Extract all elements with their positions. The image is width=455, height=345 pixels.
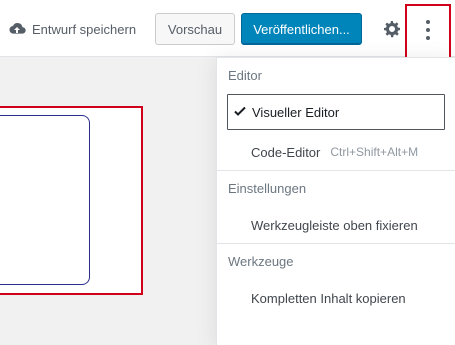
cloud-upload-icon: [8, 22, 26, 36]
content-block[interactable]: [0, 115, 90, 285]
menu-item-label: Kompletten Inhalt kopieren: [251, 290, 406, 306]
menu-group-title: Einstellungen: [228, 181, 307, 196]
check-icon: [233, 104, 247, 121]
more-menu-dropdown: Editor Visueller Editor Code-Editor Ctrl…: [216, 57, 455, 345]
more-tools-button[interactable]: [405, 4, 451, 62]
menu-item-copy-all-content[interactable]: Kompletten Inhalt kopieren: [217, 280, 455, 316]
publish-button[interactable]: Veröffentlichen...: [241, 13, 362, 45]
vertical-ellipsis-icon: [426, 20, 430, 40]
menu-item-visual-editor[interactable]: Visueller Editor: [227, 94, 445, 130]
editor-header: Entwurf speichern Vorschau Veröffentlich…: [0, 0, 455, 57]
menu-group-tools: Werkzeuge Kompletten Inhalt kopieren: [217, 244, 455, 316]
menu-group-settings: Einstellungen Werkzeugleiste oben fixier…: [217, 171, 455, 244]
menu-item-label: Werkzeugleiste oben fixieren: [251, 217, 418, 233]
gear-icon[interactable]: [379, 16, 405, 42]
menu-group-title: Editor: [228, 68, 262, 83]
menu-item-label: Code-Editor: [251, 144, 321, 160]
menu-item-fix-toolbar[interactable]: Werkzeugleiste oben fixieren: [217, 207, 455, 243]
menu-item-shortcut: Ctrl+Shift+Alt+M: [330, 145, 419, 159]
save-draft-label: Entwurf speichern: [32, 21, 137, 37]
menu-item-code-editor[interactable]: Code-Editor Ctrl+Shift+Alt+M: [217, 134, 455, 170]
menu-group-title: Werkzeuge: [228, 254, 294, 269]
preview-button[interactable]: Vorschau: [155, 13, 235, 45]
menu-item-label: Visueller Editor: [252, 104, 340, 120]
save-draft-button[interactable]: Entwurf speichern: [8, 16, 136, 42]
menu-group-editor: Editor Visueller Editor Code-Editor Ctrl…: [217, 58, 455, 171]
